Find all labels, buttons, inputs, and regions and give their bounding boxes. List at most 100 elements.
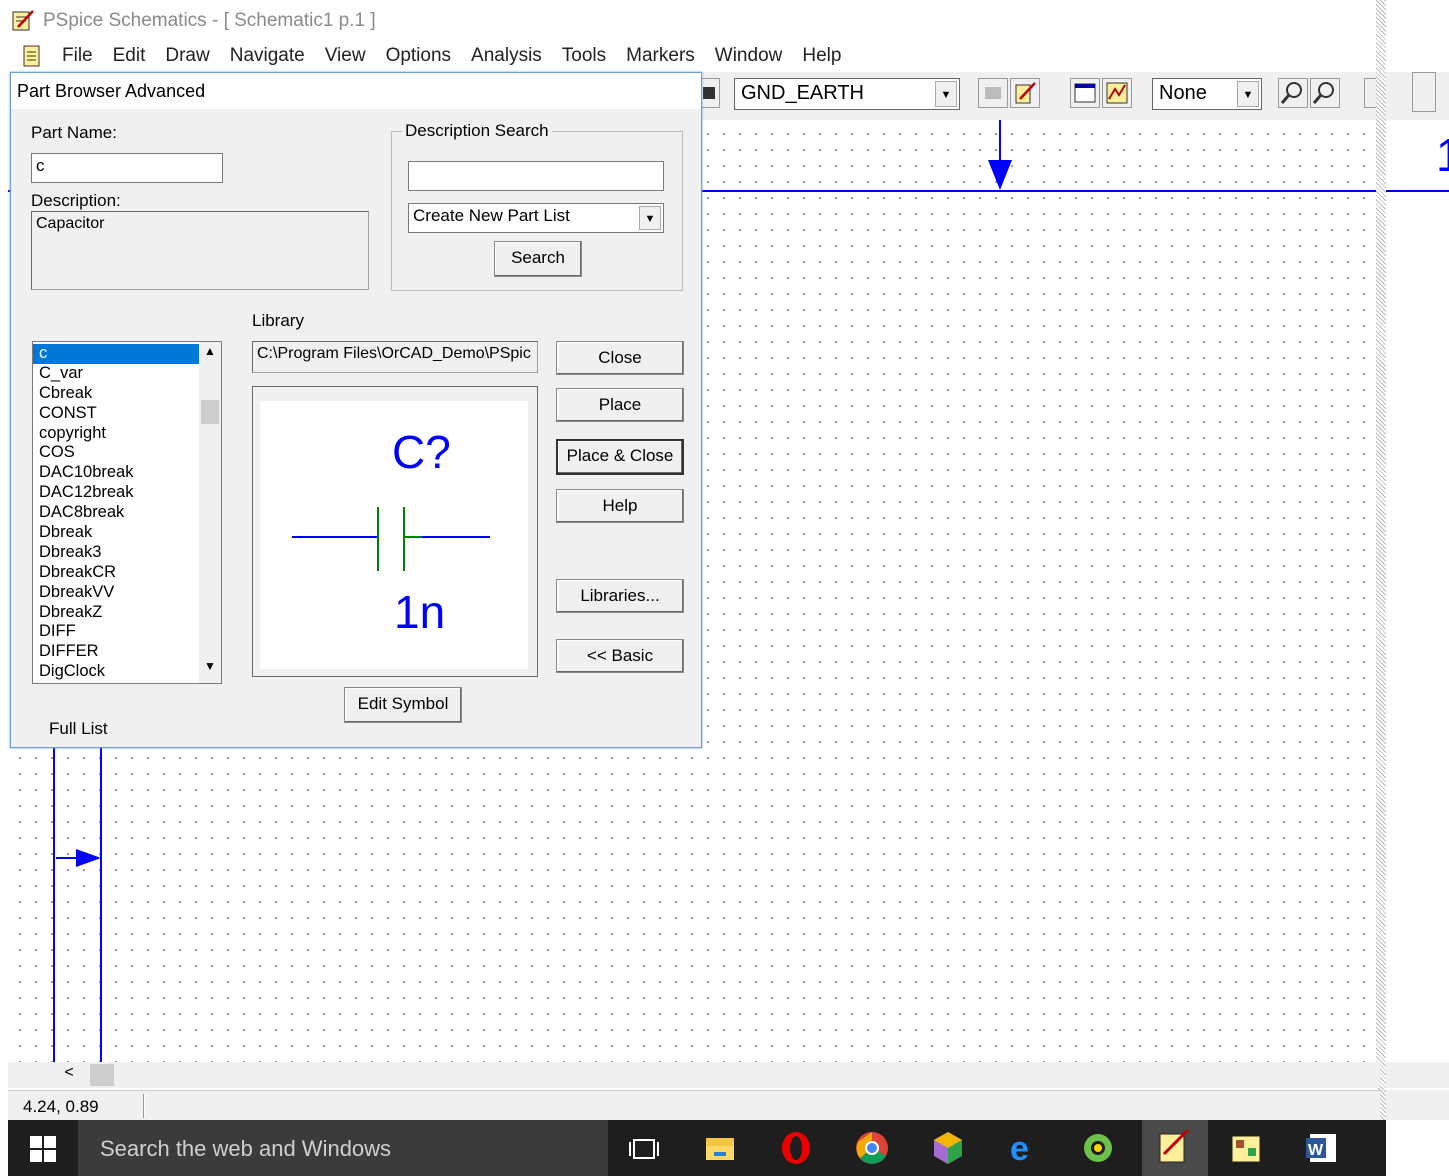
scroll-down-icon[interactable]: ▼: [199, 659, 221, 681]
splitter[interactable]: [1376, 0, 1386, 1176]
symbol-preview: C? 1n: [252, 386, 538, 677]
scroll-thumb[interactable]: [90, 1064, 114, 1086]
status-separator: [143, 1094, 145, 1118]
pspice-taskbar-button[interactable]: [1142, 1120, 1208, 1176]
zoom-out-icon[interactable]: [1310, 78, 1340, 108]
display-combo[interactable]: None ▼: [1152, 78, 1262, 110]
part-list-item[interactable]: copyright: [33, 424, 199, 444]
part-list-item[interactable]: Cbreak: [33, 384, 199, 404]
window-tool-icon[interactable]: [1070, 78, 1100, 108]
part-list-scrollbar[interactable]: ▲ ▼: [199, 342, 221, 683]
scroll-thumb[interactable]: [201, 400, 219, 424]
taskbar: Search the web and Windows e W: [8, 1120, 1386, 1176]
part-list-item[interactable]: DAC8break: [33, 503, 199, 523]
menu-help[interactable]: Help: [802, 45, 841, 67]
symbol-preview-canvas: C? 1n: [260, 401, 528, 669]
part-name-input[interactable]: c: [31, 153, 223, 183]
part-list-item[interactable]: DbreakZ: [33, 603, 199, 623]
part-list-item[interactable]: DIFF: [33, 622, 199, 642]
menu-edit[interactable]: Edit: [113, 45, 146, 67]
part-value: 1n: [394, 586, 446, 638]
toolbar: GND_EARTH ▼ None ▼: [698, 72, 1380, 120]
place-button[interactable]: Place: [556, 388, 684, 422]
status-bar: 4.24, 0.89: [8, 1090, 1380, 1120]
cursor-coordinates: 4.24, 0.89: [23, 1097, 99, 1116]
word-app-icon[interactable]: W: [1302, 1128, 1342, 1168]
chevron-down-icon[interactable]: ▼: [639, 206, 661, 230]
second-window: 1: [1386, 0, 1449, 1120]
part-list-item[interactable]: CONST: [33, 404, 199, 424]
library-path: C:\Program Files\OrCAD_Demo\PSpic: [252, 341, 538, 373]
menu-navigate[interactable]: Navigate: [230, 45, 305, 67]
opera-browser-icon[interactable]: [776, 1128, 816, 1168]
part-list-item[interactable]: Dbreak: [33, 523, 199, 543]
menu-analysis[interactable]: Analysis: [471, 45, 542, 67]
menu-file[interactable]: File: [62, 45, 93, 67]
horizontal-scrollbar[interactable]: <: [8, 1062, 1380, 1088]
scroll-up-icon[interactable]: ▲: [199, 344, 221, 366]
part-list-select-value: Create New Part List: [413, 206, 570, 225]
part-list-items: c C_var Cbreak CONST copyright COS DAC10break D…: [33, 344, 199, 682]
description-box: Capacitor: [31, 211, 369, 290]
disabled-tool-icon[interactable]: [978, 78, 1008, 108]
dialog-title: Part Browser Advanced: [11, 73, 701, 109]
full-list-label: Full List: [49, 719, 108, 738]
menu-bar: File Edit Draw Navigate View Options Ana…: [0, 40, 1380, 72]
search-button[interactable]: Search: [494, 241, 582, 277]
part-list-item[interactable]: DAC12break: [33, 483, 199, 503]
part-list-item[interactable]: DIFFER: [33, 642, 199, 662]
part-list-item[interactable]: DigClock: [33, 662, 199, 682]
menu-options[interactable]: Options: [386, 45, 451, 67]
part-list-item[interactable]: Dbreak3: [33, 543, 199, 563]
help-button[interactable]: Help: [556, 489, 684, 523]
chrome-browser-icon[interactable]: [852, 1128, 892, 1168]
menu-view[interactable]: View: [325, 45, 366, 67]
taskbar-search-box[interactable]: Search the web and Windows: [78, 1120, 608, 1176]
sync-app-icon[interactable]: [1078, 1128, 1118, 1168]
chart-tool-icon[interactable]: [1102, 78, 1132, 108]
edge-browser-icon[interactable]: e: [1004, 1128, 1044, 1168]
window-title: PSpice Schematics - [ Schematic1 p.1 ]: [43, 10, 376, 31]
display-combo-value: None: [1159, 82, 1207, 104]
task-view-icon[interactable]: [624, 1128, 664, 1168]
partial-part-label: 1: [1436, 129, 1449, 181]
part-listbox[interactable]: c C_var Cbreak CONST copyright COS DAC10break D…: [32, 341, 222, 684]
part-browser-dialog: Part Browser Advanced Part Name: c Descr…: [10, 72, 702, 748]
part-combo[interactable]: GND_EARTH ▼: [734, 78, 960, 110]
part-list-item[interactable]: c: [33, 344, 199, 364]
part-list-item[interactable]: DbreakCR: [33, 563, 199, 583]
schematic-tool-icon[interactable]: [1226, 1128, 1266, 1168]
part-list-item[interactable]: COS: [33, 443, 199, 463]
menu-markers[interactable]: Markers: [626, 45, 695, 67]
part-combo-value: GND_EARTH: [741, 82, 864, 104]
edit-symbol-button[interactable]: Edit Symbol: [344, 687, 462, 723]
zoom-in-icon[interactable]: [1278, 78, 1308, 108]
library-label: Library: [252, 311, 304, 330]
pspice-app-icon: [12, 10, 34, 31]
part-list-item[interactable]: DAC10break: [33, 463, 199, 483]
basic-button[interactable]: << Basic: [556, 639, 684, 673]
description-search-input[interactable]: [408, 161, 664, 191]
part-name-label: Part Name:: [31, 123, 117, 142]
chevron-down-icon[interactable]: ▼: [1237, 81, 1259, 107]
toolbar-fragment-icon[interactable]: [1412, 72, 1436, 112]
place-and-close-button[interactable]: Place & Close: [556, 439, 684, 475]
file-explorer-icon[interactable]: [700, 1128, 740, 1168]
menu-window[interactable]: Window: [715, 45, 783, 67]
scroll-left-icon[interactable]: <: [58, 1064, 80, 1086]
menu-tools[interactable]: Tools: [562, 45, 606, 67]
reference-designator: C?: [392, 426, 451, 478]
windows-start-icon[interactable]: [30, 1136, 56, 1162]
document-icon[interactable]: [22, 45, 42, 67]
edit-symbol-icon[interactable]: [1010, 78, 1040, 108]
part-list-item[interactable]: C_var: [33, 364, 199, 384]
description-label: Description:: [31, 191, 121, 210]
close-button[interactable]: Close: [556, 341, 684, 375]
libraries-button[interactable]: Libraries...: [556, 579, 684, 613]
title-bar: PSpice Schematics - [ Schematic1 p.1 ]: [0, 0, 1380, 40]
chevron-down-icon[interactable]: ▼: [935, 81, 957, 107]
part-list-item[interactable]: DbreakVV: [33, 583, 199, 603]
3d-box-app-icon[interactable]: [928, 1128, 968, 1168]
menu-draw[interactable]: Draw: [165, 45, 209, 67]
part-list-select[interactable]: Create New Part List ▼: [408, 203, 664, 233]
